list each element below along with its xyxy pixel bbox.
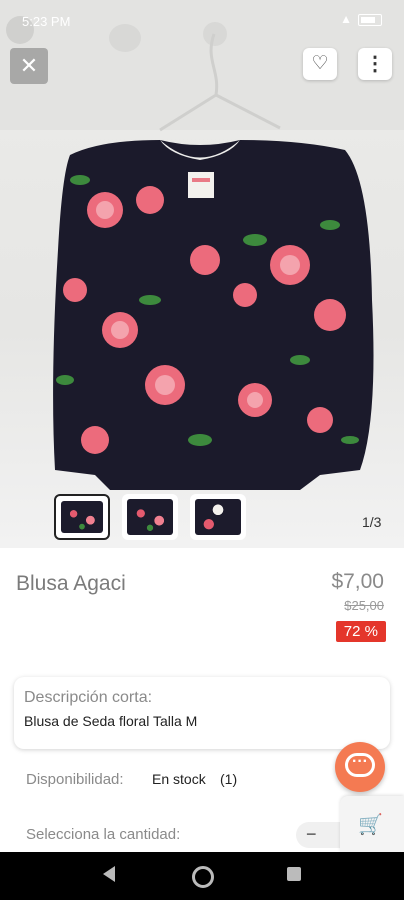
chat-icon: ··· [345,753,375,777]
image-counter: 1/3 [362,514,382,530]
blouse-image [0,0,404,490]
quantity-label: Selecciona la cantidad: [26,826,181,843]
add-to-cart-button[interactable]: 🛒 [340,796,404,852]
thumbnail-3[interactable] [190,494,246,540]
discount-badge: 72 % [335,621,386,642]
availability-label: Disponibilidad: [26,771,124,788]
system-nav-bar [0,852,404,900]
status-time: 5:23 PM [22,14,71,29]
thumbnail-2[interactable] [122,494,178,540]
short-description-label: Descripción corta: [24,689,153,706]
close-button[interactable]: ✕ [10,48,48,84]
product-photo[interactable] [0,0,404,548]
availability-count: (1) [220,771,238,787]
original-price: $25,00 [344,598,384,613]
availability-value: En stock [152,771,206,787]
short-description-text: Blusa de Seda floral Talla M [24,713,198,729]
quantity-minus-button[interactable]: − [306,824,317,845]
status-bar: 5:23 PM ▲ [0,0,404,40]
back-icon[interactable] [103,866,115,882]
short-description-card: Descripción corta: Blusa de Seda floral … [14,677,390,749]
home-icon[interactable] [192,866,214,888]
wifi-icon: ▲ [340,12,352,26]
chat-button[interactable]: ··· [335,742,385,792]
heart-icon[interactable]: ♡ [303,48,337,80]
cart-plus-icon: 🛒 [358,814,383,836]
battery-icon: ▲ [340,12,382,26]
more-options-icon[interactable]: ⋮ [358,48,392,80]
recent-apps-icon[interactable] [287,867,301,881]
thumbnail-1[interactable] [54,494,110,540]
product-title: Blusa Agaci [16,572,126,595]
product-price: $7,00 [331,570,384,593]
